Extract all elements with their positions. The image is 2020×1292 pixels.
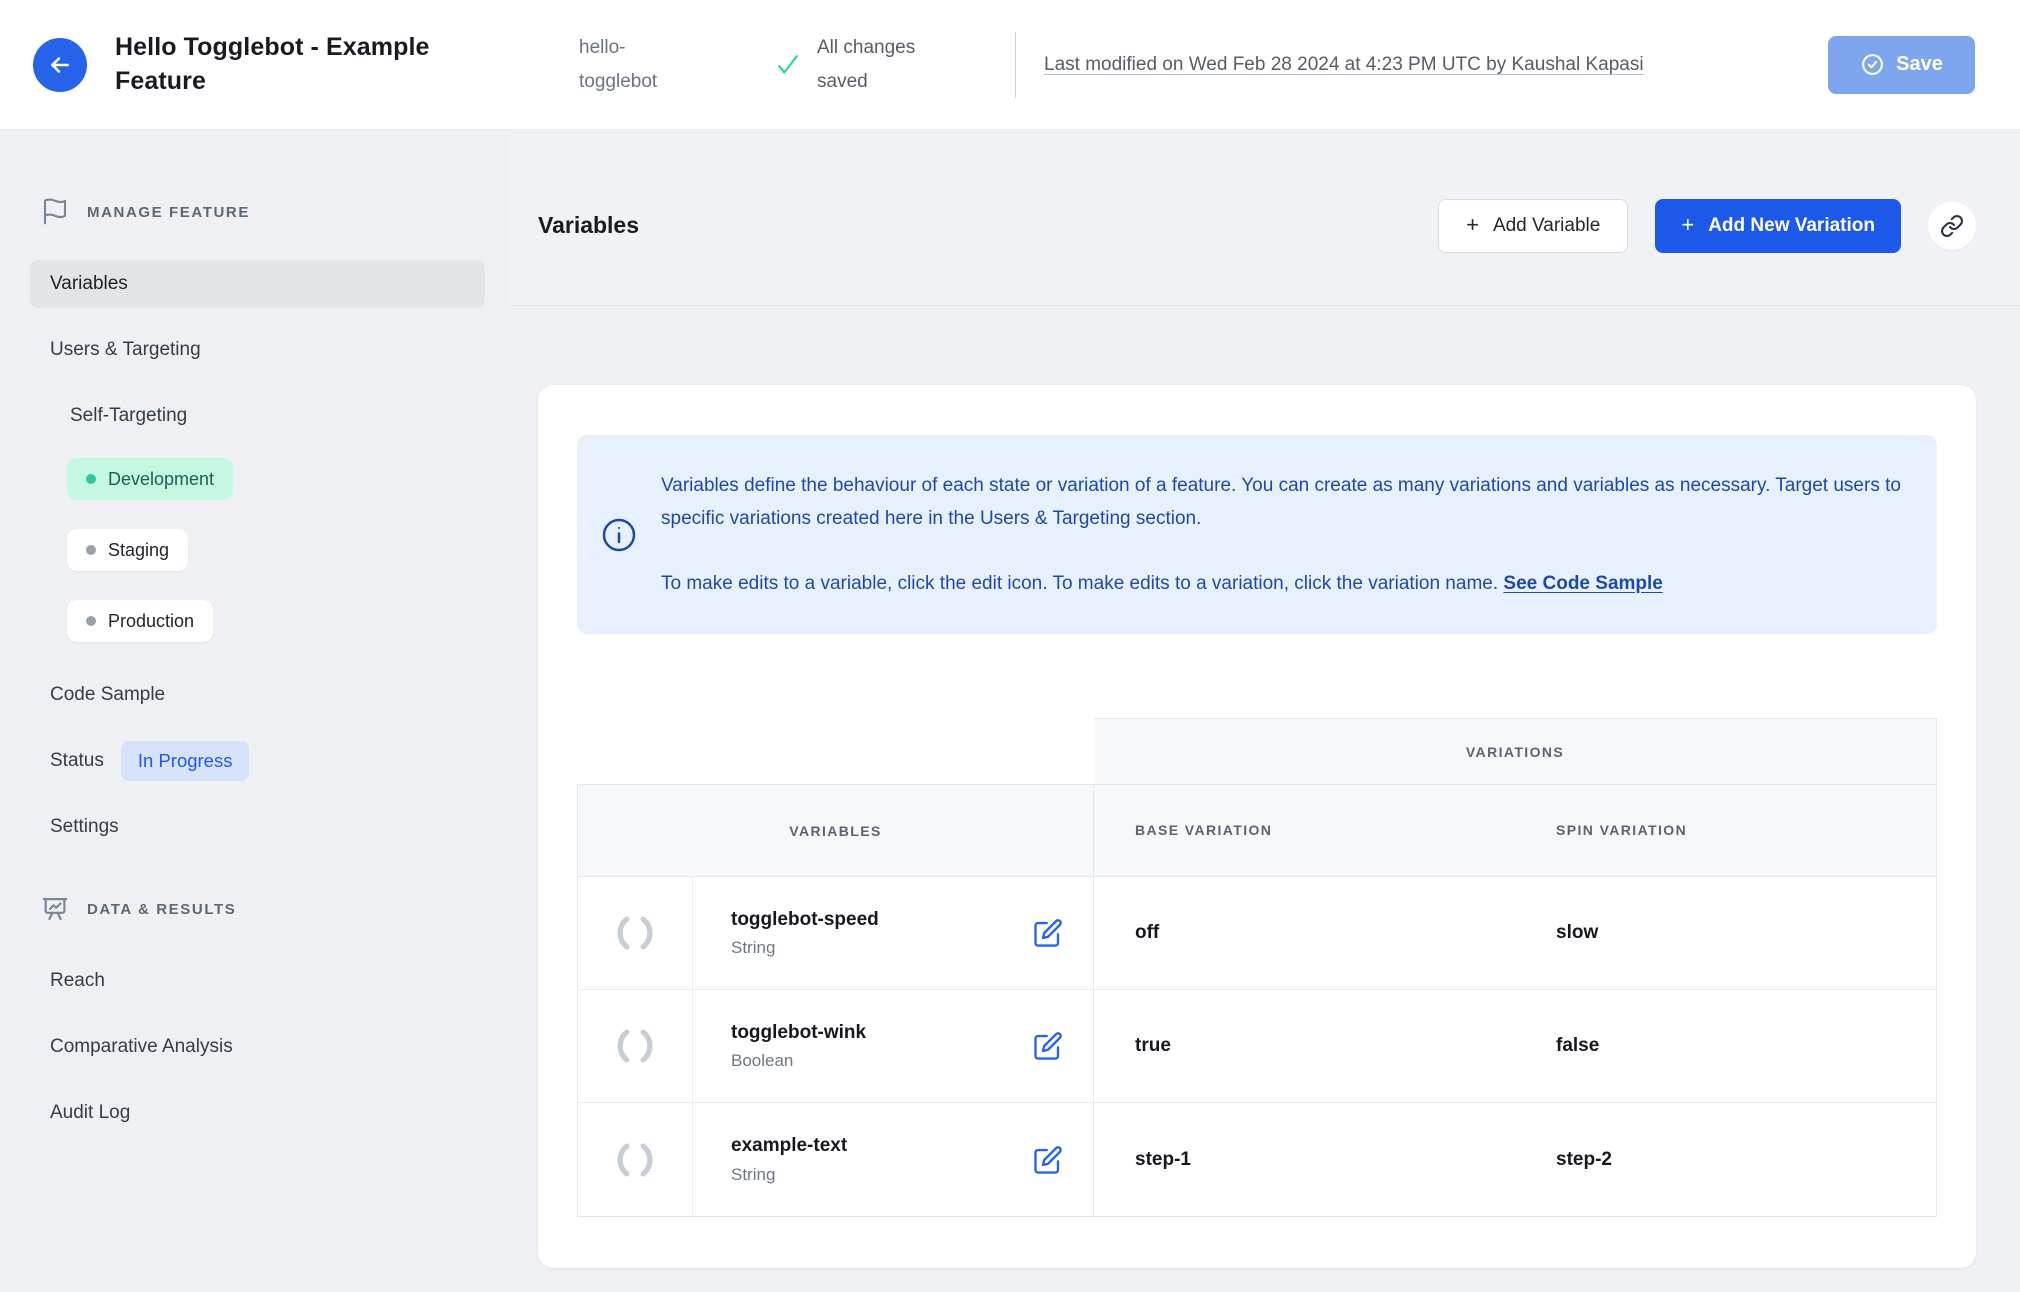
environment-badge-staging[interactable]: Staging bbox=[67, 529, 189, 571]
feature-key: hello-togglebot bbox=[579, 37, 658, 92]
add-variable-button[interactable]: + Add Variable bbox=[1438, 198, 1629, 253]
spin-variation-value: slow bbox=[1556, 922, 1599, 943]
environment-label: Development bbox=[108, 468, 215, 489]
sidebar-item-audit-log[interactable]: Audit Log bbox=[30, 1089, 485, 1137]
environment-label: Production bbox=[108, 610, 195, 631]
base-variation-column-header[interactable]: BASE VARIATION bbox=[1094, 822, 1515, 840]
variation-column-headers: BASE VARIATION SPIN VARIATION bbox=[1094, 785, 1936, 877]
table-row: togglebot-wink Boolean bbox=[578, 990, 1093, 1103]
sidebar-item-self-targeting[interactable]: Self-Targeting bbox=[30, 392, 485, 440]
table-row: togglebot-speed String bbox=[578, 877, 1093, 990]
add-variable-label: Add Variable bbox=[1492, 214, 1601, 236]
last-modified-link[interactable]: Last modified on Wed Feb 28 2024 at 4:23… bbox=[1044, 48, 1692, 81]
variables-column-header: VARIABLES bbox=[578, 785, 1093, 877]
sidebar-item-code-sample[interactable]: Code Sample bbox=[30, 671, 485, 719]
sidebar-item-status: Status In Progress bbox=[30, 737, 485, 785]
variable-type: Boolean bbox=[731, 1051, 794, 1071]
data-results-section-label: DATA & RESULTS bbox=[87, 900, 237, 918]
variable-type: String bbox=[731, 938, 776, 958]
section-heading: Variables bbox=[538, 212, 640, 238]
check-icon bbox=[773, 50, 803, 80]
status-label[interactable]: Status bbox=[50, 750, 104, 772]
variable-type-spinner-icon bbox=[578, 1103, 693, 1216]
spin-variation-column-header[interactable]: SPIN VARIATION bbox=[1515, 822, 1936, 840]
variable-type: String bbox=[731, 1164, 776, 1184]
base-variation-value: true bbox=[1135, 1035, 1171, 1056]
base-variation-value: off bbox=[1135, 922, 1160, 943]
sidebar: MANAGE FEATURE Variables Users & Targeti… bbox=[0, 130, 510, 1292]
variable-name: togglebot-speed bbox=[731, 908, 879, 930]
environment-badge-production[interactable]: Production bbox=[67, 600, 214, 642]
info-paragraph-1: Variables define the behaviour of each s… bbox=[661, 475, 1901, 529]
variables-toolbar: Variables + Add Variable + Add New Varia… bbox=[510, 130, 2020, 306]
sidebar-item-users-targeting[interactable]: Users & Targeting bbox=[30, 326, 485, 374]
data-results-section-header: DATA & RESULTS bbox=[30, 889, 485, 929]
variables-card: Variables define the behaviour of each s… bbox=[538, 385, 1976, 1268]
table-row-values: off slow bbox=[1094, 877, 1936, 990]
variations-group-header: VARIATIONS bbox=[1094, 719, 1936, 785]
sidebar-item-variables[interactable]: Variables bbox=[30, 260, 485, 308]
arrow-left-icon bbox=[47, 52, 73, 78]
table-row-values: true false bbox=[1094, 990, 1936, 1103]
info-icon bbox=[599, 515, 639, 555]
copy-link-button[interactable] bbox=[1928, 201, 1976, 250]
edit-variable-button[interactable] bbox=[1029, 1141, 1067, 1179]
save-status: All changes saved bbox=[817, 37, 916, 92]
table-row: example-text String bbox=[578, 1103, 1093, 1216]
base-variation-value: step-1 bbox=[1135, 1148, 1191, 1170]
add-new-variation-label: Add New Variation bbox=[1708, 214, 1875, 236]
header-divider bbox=[1015, 31, 1016, 98]
see-code-sample-link[interactable]: See Code Sample bbox=[1503, 573, 1662, 594]
spin-variation-value: step-2 bbox=[1556, 1148, 1612, 1170]
environment-label: Staging bbox=[108, 539, 170, 560]
add-new-variation-button[interactable]: + Add New Variation bbox=[1655, 198, 1901, 253]
save-button[interactable]: Save bbox=[1828, 35, 1975, 94]
app-header: Hello Togglebot - Example Feature hello-… bbox=[0, 0, 2020, 130]
variable-name: example-text bbox=[731, 1135, 848, 1157]
edit-variable-button[interactable] bbox=[1029, 1027, 1067, 1065]
manage-feature-section-header: MANAGE FEATURE bbox=[30, 192, 485, 232]
environment-badge-development[interactable]: Development bbox=[67, 458, 234, 500]
presentation-chart-icon bbox=[40, 894, 70, 924]
status-badge[interactable]: In Progress bbox=[120, 741, 250, 781]
edit-pencil-icon bbox=[1033, 1145, 1063, 1175]
manage-feature-section-label: MANAGE FEATURE bbox=[87, 203, 250, 221]
environment-dot-icon bbox=[86, 616, 96, 626]
sidebar-item-reach[interactable]: Reach bbox=[30, 957, 485, 1005]
spin-variation-value: false bbox=[1556, 1035, 1600, 1056]
variations-column-group: VARIATIONS BASE VARIATION SPIN VARIATION… bbox=[1094, 718, 1937, 1217]
table-row-values: step-1 step-2 bbox=[1094, 1103, 1936, 1216]
environment-dot-icon bbox=[86, 474, 96, 484]
main-content: Variables + Add Variable + Add New Varia… bbox=[510, 130, 2020, 1292]
plus-icon: + bbox=[1466, 211, 1479, 237]
variables-column-group: VARIABLES togglebot-speed String toggleb… bbox=[577, 784, 1094, 1217]
variable-name: togglebot-wink bbox=[731, 1021, 867, 1043]
page-title: Hello Togglebot - Example Feature bbox=[115, 32, 430, 95]
variable-type-spinner-icon bbox=[578, 877, 693, 989]
edit-pencil-icon bbox=[1033, 1031, 1063, 1061]
edit-variable-button[interactable] bbox=[1029, 914, 1067, 952]
flag-icon bbox=[40, 197, 70, 227]
sidebar-item-comparative-analysis[interactable]: Comparative Analysis bbox=[30, 1023, 485, 1071]
plus-icon: + bbox=[1681, 211, 1695, 237]
sidebar-item-settings[interactable]: Settings bbox=[30, 803, 485, 851]
link-icon bbox=[1940, 214, 1964, 238]
environment-dot-icon bbox=[86, 545, 96, 555]
back-button[interactable] bbox=[33, 37, 87, 92]
variable-type-spinner-icon bbox=[578, 990, 693, 1102]
info-banner: Variables define the behaviour of each s… bbox=[577, 435, 1937, 634]
edit-pencil-icon bbox=[1033, 918, 1063, 948]
info-paragraph-2: To make edits to a variable, click the e… bbox=[661, 573, 1663, 594]
save-button-label: Save bbox=[1896, 53, 1943, 75]
check-circle-icon bbox=[1860, 52, 1885, 77]
variables-table: VARIABLES togglebot-speed String toggleb… bbox=[577, 718, 1937, 1217]
